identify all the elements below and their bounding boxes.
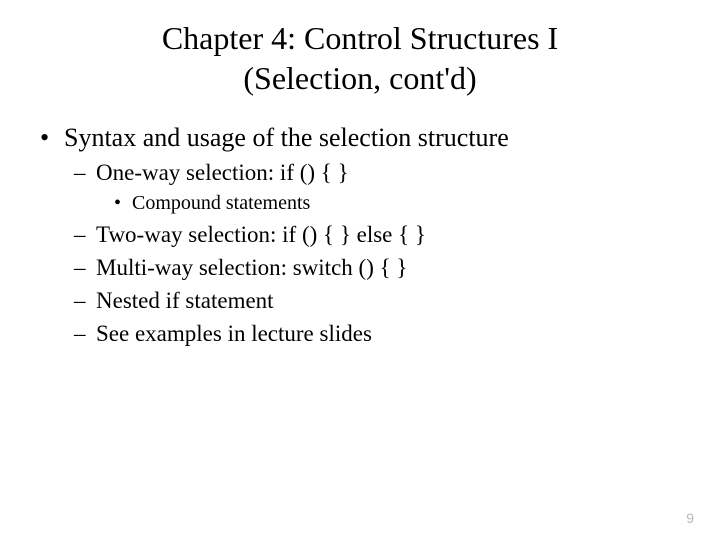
bullet-level2: –Multi-way selection: switch () { } bbox=[74, 252, 680, 283]
bullet-text: Two-way selection: if () { } else { } bbox=[96, 222, 426, 247]
bullet-text: See examples in lecture slides bbox=[96, 321, 372, 346]
dash-icon: – bbox=[74, 285, 96, 316]
bullet-text: Nested if statement bbox=[96, 288, 274, 313]
dash-icon: – bbox=[74, 219, 96, 250]
bullet-level1: •Syntax and usage of the selection struc… bbox=[40, 120, 680, 155]
bullet-text: One-way selection: if () { } bbox=[96, 160, 349, 185]
title-line-1: Chapter 4: Control Structures I bbox=[162, 20, 558, 56]
bullet-level2: –Nested if statement bbox=[74, 285, 680, 316]
bullet-level3: •Compound statements bbox=[114, 190, 680, 217]
bullet-text: Compound statements bbox=[132, 192, 310, 214]
bullet-text: Multi-way selection: switch () { } bbox=[96, 255, 407, 280]
slide: Chapter 4: Control Structures I (Selecti… bbox=[0, 0, 720, 540]
dash-icon: – bbox=[74, 252, 96, 283]
bullet-dot-icon: • bbox=[40, 120, 64, 155]
bullet-level2: –One-way selection: if () { } bbox=[74, 157, 680, 188]
dash-icon: – bbox=[74, 157, 96, 188]
bullet-text: Syntax and usage of the selection struct… bbox=[64, 123, 509, 152]
dash-icon: – bbox=[74, 318, 96, 349]
bullet-level2: –Two-way selection: if () { } else { } bbox=[74, 219, 680, 250]
slide-title: Chapter 4: Control Structures I (Selecti… bbox=[40, 18, 680, 98]
bullet-dot-icon: • bbox=[114, 190, 132, 217]
title-line-2: (Selection, cont'd) bbox=[243, 60, 476, 96]
bullet-level2: –See examples in lecture slides bbox=[74, 318, 680, 349]
page-number: 9 bbox=[686, 510, 694, 526]
